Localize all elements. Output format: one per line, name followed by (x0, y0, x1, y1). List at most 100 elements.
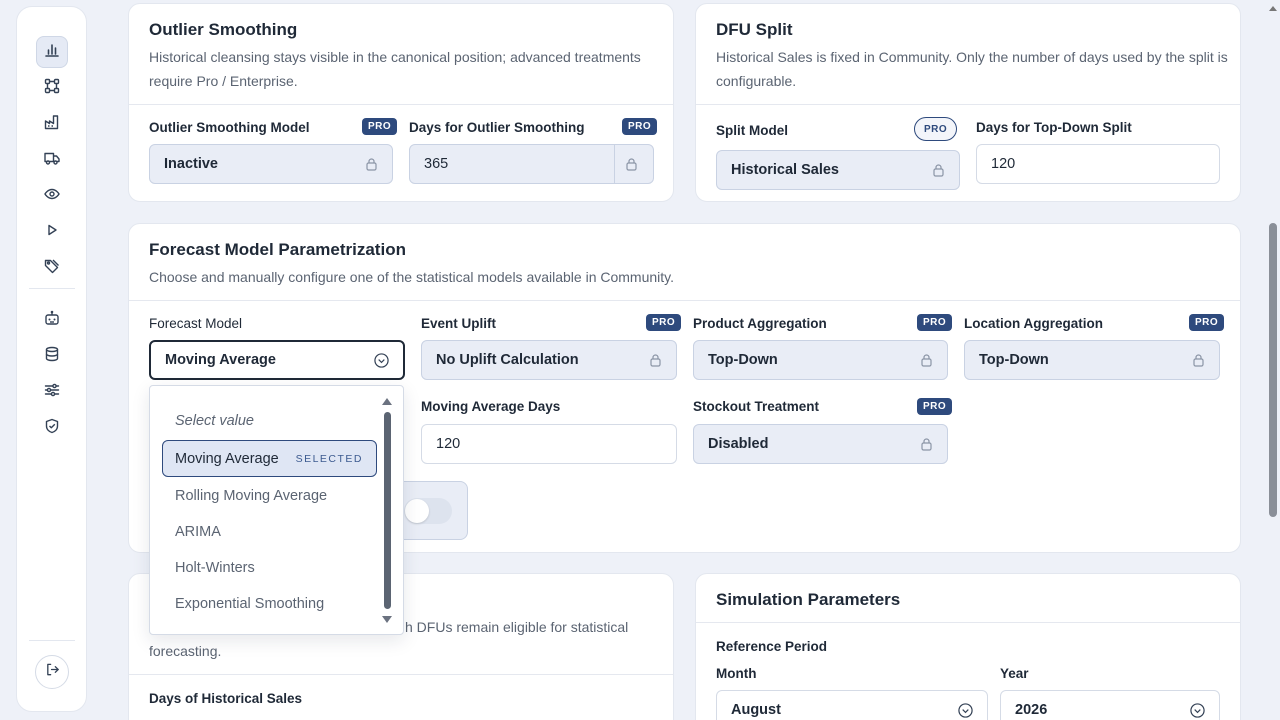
product-aggregation-label: Product Aggregation (693, 316, 827, 331)
nav-data[interactable] (36, 340, 68, 372)
year-value: 2026 (1015, 702, 1048, 718)
event-uplift-label: Event Uplift (421, 316, 497, 331)
chevron-down-icon (958, 703, 973, 718)
card-divider (696, 622, 1240, 623)
nav-logistics[interactable] (36, 144, 68, 176)
nav-run[interactable] (36, 216, 68, 248)
dropdown-scrollbar[interactable] (384, 412, 391, 609)
lock-icon (625, 157, 638, 171)
dropdown-option[interactable]: ARIMA (175, 524, 221, 540)
nav-divider (29, 288, 75, 289)
stockout-treatment-value: Disabled (708, 436, 769, 452)
forecast-model-value: Moving Average (165, 352, 276, 368)
forecast-model-label: Forecast Model (149, 316, 243, 331)
card-description-line2: forecasting. (149, 643, 222, 659)
truck-icon (44, 150, 60, 171)
input-divider (614, 145, 615, 183)
stockout-treatment-select[interactable]: Disabled (693, 424, 948, 464)
pro-badge: PRO (917, 314, 953, 331)
option-label: Moving Average (175, 450, 279, 467)
shield-check-icon (44, 418, 60, 439)
split-model-label: Split Model (716, 123, 788, 138)
month-value: August (731, 702, 781, 718)
product-aggregation-select[interactable]: Top-Down (693, 340, 948, 380)
card-title: Simulation Parameters (716, 590, 901, 609)
card-description-line1: h DFUs remain eligible for statistical (405, 619, 629, 635)
logout-button[interactable] (35, 655, 69, 689)
lock-icon (920, 353, 933, 367)
lock-icon (920, 437, 933, 451)
forecast-model-dropdown: Select value Moving Average SELECTED Rol… (149, 385, 404, 635)
dropdown-placeholder[interactable]: Select value (175, 413, 254, 429)
bar-chart-icon (44, 42, 60, 63)
moving-average-days-input[interactable]: 120 (421, 424, 677, 464)
nav-security[interactable] (36, 412, 68, 444)
play-icon (44, 222, 60, 243)
pro-badge: PRO (362, 118, 398, 135)
nav-analytics[interactable] (36, 36, 68, 68)
nav-factory[interactable] (36, 108, 68, 140)
page-scrollbar[interactable] (1269, 223, 1277, 517)
dropdown-option[interactable]: Holt-Winters (175, 560, 255, 576)
card-title: Outlier Smoothing (149, 20, 298, 39)
month-label: Month (716, 666, 757, 681)
topdown-days-input[interactable]: 120 (976, 144, 1220, 184)
eye-icon (44, 186, 60, 207)
outlier-days-input[interactable]: 365 (409, 144, 654, 184)
toggle-knob (405, 499, 429, 523)
topdown-days-label: Days for Top-Down Split (976, 120, 1132, 135)
stockout-treatment-label: Stockout Treatment (693, 399, 820, 414)
selected-tag: SELECTED (295, 452, 363, 465)
sliders-icon (44, 382, 60, 403)
outlier-days-label: Days for Outlier Smoothing (409, 120, 585, 135)
month-select[interactable]: August (716, 690, 988, 720)
reference-period-label: Reference Period (716, 639, 828, 654)
location-aggregation-value: Top-Down (979, 352, 1049, 368)
nav-monitoring[interactable] (36, 180, 68, 212)
product-aggregation-value: Top-Down (708, 352, 778, 368)
nav-divider-bottom (29, 640, 75, 641)
card-divider (129, 104, 673, 105)
sidebar (16, 6, 87, 712)
outlier-model-label: Outlier Smoothing Model (149, 120, 310, 135)
scroll-down-arrow[interactable] (382, 616, 392, 623)
outlier-model-select[interactable]: Inactive (149, 144, 393, 184)
card-description: Historical Sales is fixed in Community. … (716, 49, 1228, 89)
dropdown-option-selected[interactable]: Moving Average SELECTED (162, 440, 377, 477)
split-model-value: Historical Sales (731, 162, 839, 178)
forecast-model-select[interactable]: Moving Average (149, 340, 405, 380)
lock-icon (1192, 353, 1205, 367)
pro-badge: PRO (646, 314, 682, 331)
event-uplift-select[interactable]: No Uplift Calculation (421, 340, 677, 380)
nav-settings[interactable] (36, 376, 68, 408)
pro-badge: PRO (917, 398, 953, 415)
lock-icon (365, 157, 378, 171)
outlier-days-value: 365 (424, 156, 449, 172)
pro-badge: PRO (622, 118, 658, 135)
card-title: Forecast Model Parametrization (149, 240, 406, 259)
page-scroll-up-arrow[interactable] (1269, 6, 1277, 11)
scroll-up-arrow[interactable] (382, 398, 392, 405)
card-divider (129, 300, 1240, 301)
split-model-select[interactable]: Historical Sales (716, 150, 960, 190)
dropdown-option[interactable]: Rolling Moving Average (175, 488, 327, 504)
location-aggregation-select[interactable]: Top-Down (964, 340, 1220, 380)
nav-tags[interactable] (36, 252, 68, 284)
card-description: Choose and manually configure one of the… (149, 269, 675, 285)
pro-badge: PRO (914, 117, 958, 141)
database-icon (44, 346, 60, 367)
nav-assistant[interactable] (36, 304, 68, 336)
location-aggregation-label: Location Aggregation (964, 316, 1103, 331)
outlier-model-value: Inactive (164, 156, 218, 172)
lock-icon (649, 353, 662, 367)
logout-icon (45, 662, 60, 682)
chevron-down-icon (374, 353, 389, 368)
dropdown-option[interactable]: Exponential Smoothing (175, 596, 324, 612)
nav-workflow[interactable] (36, 72, 68, 104)
card-description: Historical cleansing stays visible in th… (149, 49, 641, 89)
card-divider (129, 674, 673, 675)
year-select[interactable]: 2026 (1000, 690, 1220, 720)
topdown-days-value: 120 (991, 156, 1016, 172)
robot-icon (44, 310, 60, 331)
moving-average-days-value: 120 (436, 436, 461, 452)
